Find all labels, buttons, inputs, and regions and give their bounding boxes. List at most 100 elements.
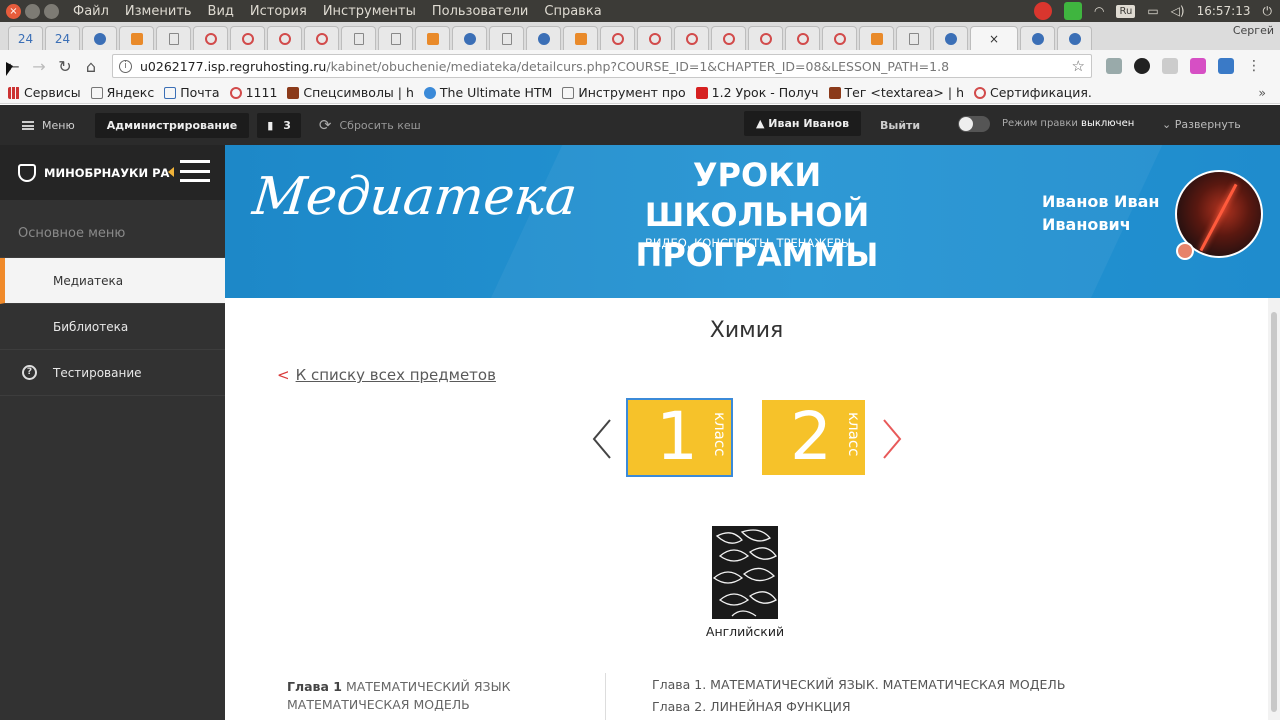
brand-logo[interactable]: Медиатека xyxy=(250,167,580,227)
bookmark-services[interactable]: Сервисы xyxy=(8,85,81,100)
tab[interactable] xyxy=(563,26,598,50)
prev-arrow-icon[interactable] xyxy=(590,418,614,460)
tab[interactable] xyxy=(119,26,154,50)
browser-tabs: 24 24 × Сергей xyxy=(0,22,1280,50)
admin-menu-button[interactable]: Меню xyxy=(22,119,75,132)
tab[interactable]: 24 xyxy=(45,26,80,50)
tab[interactable] xyxy=(785,26,820,50)
wifi-icon[interactable]: ◠ xyxy=(1094,4,1104,18)
bookmark-mail[interactable]: Почта xyxy=(164,85,220,100)
battery-icon[interactable]: ▭ xyxy=(1147,4,1158,18)
tab-active[interactable]: × xyxy=(970,26,1018,50)
menu-history[interactable]: История xyxy=(250,4,307,19)
bookmark-tool[interactable]: Инструмент про xyxy=(562,85,686,100)
tab[interactable] xyxy=(600,26,635,50)
url-field[interactable]: i u0262177.isp.regruhosting.ru/kabinet/o… xyxy=(112,54,1092,78)
extension-icon[interactable] xyxy=(1134,58,1150,74)
tab[interactable] xyxy=(82,26,117,50)
menu-view[interactable]: Вид xyxy=(208,4,234,19)
next-arrow-icon[interactable] xyxy=(880,418,904,460)
tab[interactable] xyxy=(267,26,302,50)
bookmark-certification[interactable]: Сертификация. xyxy=(974,85,1092,100)
tab[interactable] xyxy=(748,26,783,50)
chapter-link[interactable]: Глава 2. ЛИНЕЙНАЯ ФУНКЦИЯ xyxy=(652,696,1065,718)
back-to-subjects-link[interactable]: < К списку всех предметов xyxy=(277,366,496,384)
collapse-arrow-icon[interactable] xyxy=(168,167,174,177)
edit-mode-toggle[interactable] xyxy=(958,116,990,132)
tab[interactable] xyxy=(637,26,672,50)
tab[interactable] xyxy=(526,26,561,50)
sidebar-item-library[interactable]: Библиотека xyxy=(0,304,225,350)
bookmark-lesson[interactable]: 1.2 Урок - Получ xyxy=(695,85,819,100)
tab[interactable] xyxy=(378,26,413,50)
banner-subtitle: ВИДЕО, КОНСПЕКТЫ, ТРЕНАЖЕРЫ xyxy=(645,236,852,250)
logout-button[interactable]: Выйти xyxy=(880,119,920,132)
more-menu-icon[interactable]: ⋮ xyxy=(1246,58,1262,74)
menu-edit[interactable]: Изменить xyxy=(125,4,192,19)
power-icon[interactable]: ⏻ xyxy=(1263,4,1273,19)
clear-cache-button[interactable]: ⟳ Сбросить кеш xyxy=(319,116,421,134)
grade-card-2[interactable]: 2 класс xyxy=(762,398,865,475)
tab[interactable] xyxy=(1057,26,1092,50)
bookmark-special-chars[interactable]: Спецсимволы | h xyxy=(287,85,414,100)
forward-button[interactable]: → xyxy=(26,57,52,76)
tab[interactable] xyxy=(452,26,487,50)
chapter-link[interactable]: Глава 1. МАТЕМАТИЧЕСКИЙ ЯЗЫК. МАТЕМАТИЧЕ… xyxy=(652,674,1065,696)
extension-icon[interactable] xyxy=(1218,58,1234,74)
bookmark-textarea[interactable]: Тег <textarea> | h xyxy=(828,85,964,100)
admin-user-button[interactable]: ▲ Иван Иванов xyxy=(744,111,862,136)
keyboard-layout[interactable]: Ru xyxy=(1116,4,1136,18)
bookmark-star-icon[interactable]: ☆ xyxy=(1072,57,1085,75)
bookmark-ultimate-html[interactable]: The Ultimate HTM xyxy=(423,85,552,100)
home-button[interactable]: ⌂ xyxy=(78,57,104,76)
tab[interactable] xyxy=(230,26,265,50)
sidebar-menu-icon[interactable] xyxy=(180,160,210,182)
clock[interactable]: 16:57:13 xyxy=(1197,4,1251,18)
extension-icon[interactable] xyxy=(1106,58,1122,74)
tab[interactable] xyxy=(156,26,191,50)
tab[interactable] xyxy=(674,26,709,50)
record-icon[interactable] xyxy=(1034,2,1052,20)
menu-tools[interactable]: Инструменты xyxy=(323,4,416,19)
close-window-button[interactable]: × xyxy=(6,3,21,19)
minimize-window-button[interactable] xyxy=(25,3,40,19)
bookmark-yandex[interactable]: Яндекс xyxy=(90,85,154,100)
volume-icon[interactable]: ◁) xyxy=(1171,4,1185,18)
menu-users[interactable]: Пользователи xyxy=(432,4,529,19)
maximize-window-button[interactable] xyxy=(44,3,59,19)
tab[interactable] xyxy=(415,26,450,50)
info-icon[interactable]: i xyxy=(119,59,132,73)
page-scrollbar[interactable] xyxy=(1268,298,1280,720)
tab[interactable] xyxy=(489,26,524,50)
reload-button[interactable]: ↻ xyxy=(52,57,78,76)
notifications-button[interactable]: ▮ 3 xyxy=(257,112,301,138)
tab[interactable]: 24 xyxy=(8,26,43,50)
menu-file[interactable]: Файл xyxy=(73,4,109,19)
grade-card-1[interactable]: 1 класс xyxy=(626,398,733,477)
profile-name[interactable]: Сергей xyxy=(1233,24,1274,37)
tab[interactable] xyxy=(822,26,857,50)
check-icon[interactable] xyxy=(1064,2,1082,20)
sidebar-item-mediateka[interactable]: Медиатека xyxy=(0,258,225,304)
header-banner: Медиатека УРОКИ ШКОЛЬНОЙ ПРОГРАММЫ ВИДЕО… xyxy=(225,145,1280,298)
extension-icon[interactable] xyxy=(1162,58,1178,74)
user-name[interactable]: Иванов Иван Иванович xyxy=(1042,190,1159,236)
book-cover[interactable] xyxy=(712,526,778,619)
tab[interactable] xyxy=(341,26,376,50)
scrollbar-thumb[interactable] xyxy=(1271,312,1277,712)
tab[interactable] xyxy=(193,26,228,50)
tab[interactable] xyxy=(711,26,746,50)
menu-help[interactable]: Справка xyxy=(544,4,601,19)
back-button[interactable]: ← xyxy=(0,57,26,76)
bookmark-1111[interactable]: 1111 xyxy=(229,85,277,100)
expand-button[interactable]: ⌄ Развернуть xyxy=(1162,118,1241,131)
tab[interactable] xyxy=(896,26,931,50)
tab[interactable] xyxy=(1020,26,1055,50)
sidebar-item-testing[interactable]: ? Тестирование xyxy=(0,350,225,396)
tab[interactable] xyxy=(859,26,894,50)
more-bookmarks-button[interactable]: » xyxy=(1258,85,1266,100)
tab[interactable] xyxy=(933,26,968,50)
administration-button[interactable]: Администрирование xyxy=(94,112,250,138)
extension-icon[interactable] xyxy=(1190,58,1206,74)
tab[interactable] xyxy=(304,26,339,50)
